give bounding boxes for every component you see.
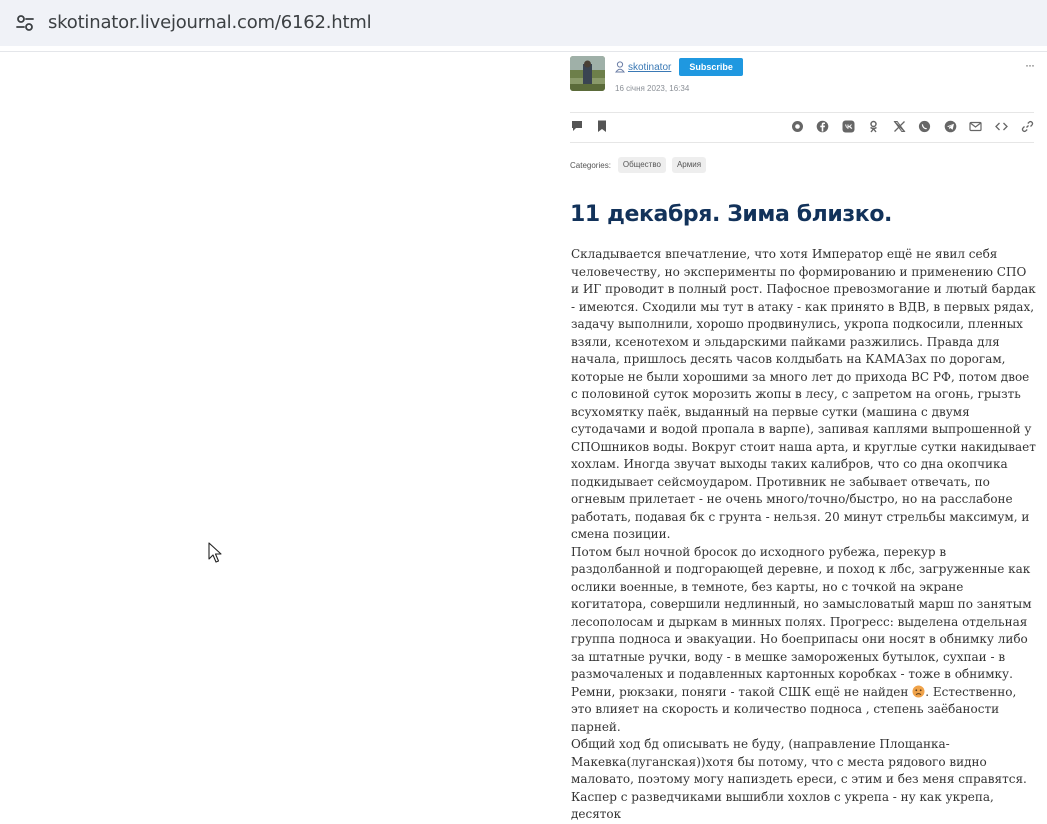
subscribe-button[interactable]: Subscribe: [679, 58, 743, 76]
facebook-icon[interactable]: [816, 120, 829, 133]
post-paragraph: Складывается впечатление, что хотя Импер…: [571, 247, 1036, 541]
bookmark-icon[interactable]: [595, 119, 609, 133]
x-twitter-icon[interactable]: [893, 120, 906, 133]
author-link[interactable]: skotinator: [628, 62, 671, 73]
author-row: skotinator Subscribe: [615, 58, 743, 76]
categories-label: Categories:: [570, 160, 611, 170]
url-text[interactable]: skotinator.livejournal.com/6162.html: [48, 12, 372, 33]
mouse-cursor-icon: [208, 542, 222, 563]
post-title: 11 декабря. Зима близко.: [570, 202, 893, 227]
vk-icon[interactable]: [842, 120, 855, 133]
post-date: 16 січня 2023, 16:34: [615, 84, 690, 93]
action-bar: [570, 119, 1034, 135]
site-settings-icon[interactable]: [16, 14, 34, 32]
link-icon[interactable]: [1021, 120, 1034, 133]
embed-code-icon[interactable]: [995, 120, 1008, 133]
more-options-icon[interactable]: ···: [1025, 58, 1035, 72]
address-bar: skotinator.livejournal.com/6162.html: [0, 0, 1047, 46]
category-tag[interactable]: Общество: [617, 157, 666, 173]
comment-icon[interactable]: [570, 119, 584, 133]
categories: Categories: Общество Армия: [570, 157, 712, 173]
odnoklassniki-icon[interactable]: [867, 120, 880, 133]
post-paragraph: Каспер с разведчиками вышибли хохлов с у…: [571, 789, 994, 822]
category-tag[interactable]: Армия: [671, 157, 707, 173]
email-icon[interactable]: [969, 120, 982, 133]
divider: [0, 51, 1047, 52]
post-paragraph: Общий ход бд описывать не буду, (направл…: [571, 737, 1027, 786]
post-paragraph: Потом был ночной бросок до исходного руб…: [571, 544, 1037, 737]
post-body: Складывается впечатление, что хотя Импер…: [571, 246, 1037, 824]
disappointed-face-icon: [912, 685, 925, 697]
post-text: Потом был ночной бросок до исходного руб…: [571, 544, 1032, 699]
divider: [570, 112, 1034, 113]
livejournal-share-icon[interactable]: [791, 120, 804, 133]
telegram-icon[interactable]: [944, 120, 957, 133]
divider: [570, 142, 1034, 143]
user-icon: [615, 61, 625, 73]
whatsapp-icon[interactable]: [918, 120, 931, 133]
avatar[interactable]: [570, 56, 605, 91]
